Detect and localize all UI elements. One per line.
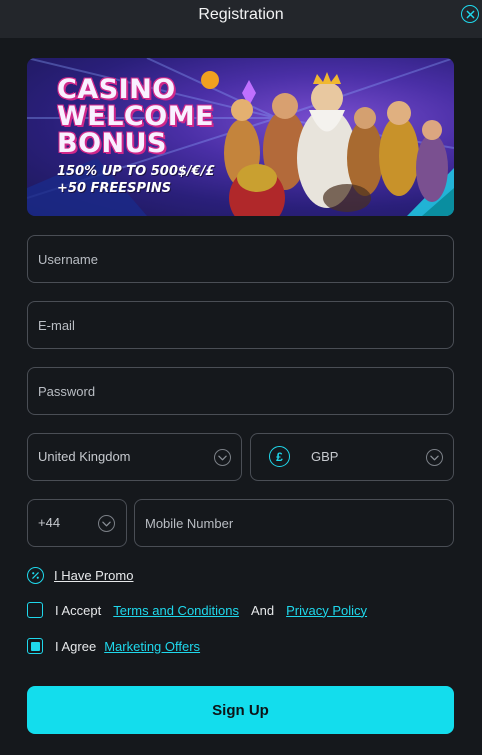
marketing-offers-link[interactable]: Marketing Offers: [104, 639, 200, 654]
currency-value: GBP: [311, 449, 339, 464]
pound-icon: £: [269, 446, 290, 467]
phone-code-select[interactable]: +44: [27, 499, 127, 547]
password-field-wrapper: [27, 367, 454, 415]
mobile-number-field[interactable]: [135, 500, 453, 546]
password-field[interactable]: [28, 368, 453, 414]
chevron-down-icon: [98, 515, 115, 532]
banner-offer: 150% UP TO 500$/€/£: [57, 164, 215, 179]
accept-label: I Accept: [55, 602, 102, 618]
welcome-bonus-banner: CASINO WELCOME BONUS 150% UP TO 500$/€/£…: [27, 58, 454, 216]
username-field[interactable]: [28, 236, 453, 282]
sign-up-button[interactable]: Sign Up: [27, 686, 454, 734]
terms-row: I Accept Terms and Conditions And Privac…: [27, 601, 367, 619]
terms-link[interactable]: Terms and Conditions: [113, 603, 239, 618]
email-field-wrapper: [27, 301, 454, 349]
privacy-policy-link[interactable]: Privacy Policy: [286, 603, 367, 618]
banner-title-line: BONUS: [57, 128, 167, 159]
banner-title-line: WELCOME: [57, 101, 215, 132]
percent-icon: [27, 566, 44, 584]
email-field[interactable]: [28, 302, 453, 348]
marketing-checkbox[interactable]: [27, 638, 43, 654]
promo-label[interactable]: I Have Promo: [54, 568, 133, 583]
username-field-wrapper: [27, 235, 454, 283]
header-bar: Registration: [0, 0, 482, 38]
chevron-down-icon: [426, 449, 443, 466]
agree-label: I Agree: [55, 638, 97, 654]
and-label: And: [250, 602, 275, 618]
country-select[interactable]: United Kingdom: [27, 433, 242, 481]
marketing-row: I Agree Marketing Offers: [27, 637, 200, 655]
banner-title-line: CASINO: [57, 74, 176, 105]
chevron-down-icon: [214, 449, 231, 466]
banner-text: CASINO WELCOME BONUS 150% UP TO 500$/€/£…: [57, 76, 215, 197]
page-title: Registration: [198, 6, 284, 23]
terms-checkbox[interactable]: [27, 602, 43, 618]
country-value: United Kingdom: [38, 449, 131, 464]
banner-freespins: +50 FREESPINS: [57, 181, 172, 196]
phone-code-value: +44: [38, 515, 61, 530]
checkbox-checked-mark: [30, 641, 40, 651]
mobile-field-wrapper: [134, 499, 454, 547]
currency-select[interactable]: £ GBP: [250, 433, 454, 481]
close-icon[interactable]: [461, 5, 479, 23]
promo-toggle[interactable]: I Have Promo: [27, 566, 133, 584]
